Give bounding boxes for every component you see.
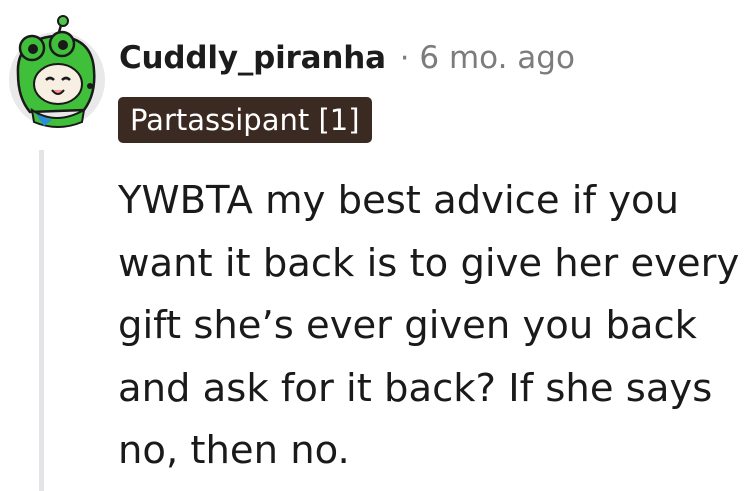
comment-body-text: YWBTA my best advice if you want it back… xyxy=(118,178,740,473)
thread-collapse-line[interactable] xyxy=(39,150,44,491)
user-flair-badge: Partassipant [1] xyxy=(118,97,372,143)
comment-timestamp[interactable]: 6 mo. ago xyxy=(419,40,575,76)
user-avatar[interactable] xyxy=(6,14,108,132)
username-link[interactable]: Cuddly_piranha xyxy=(119,40,386,76)
snoo-frog-avatar-icon xyxy=(9,15,105,128)
meta-separator: · xyxy=(399,40,410,76)
comment-header: Cuddly_piranha · 6 mo. ago xyxy=(119,38,575,78)
